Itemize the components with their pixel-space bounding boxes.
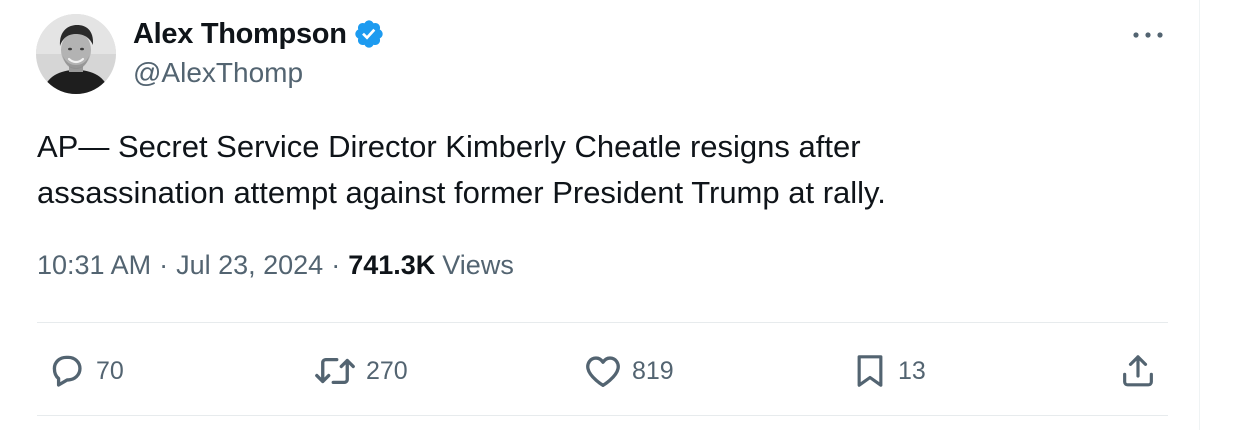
repost-arrows-icon	[312, 350, 358, 392]
repost-button[interactable]: 270	[312, 349, 408, 393]
tweet-text: AP— Secret Service Director Kimberly Che…	[37, 129, 886, 210]
bookmark-button[interactable]: 13	[850, 349, 926, 393]
like-count: 819	[632, 356, 674, 385]
meta-separator: ·	[159, 250, 169, 280]
reply-count: 70	[96, 356, 124, 385]
reply-button[interactable]: 70	[46, 349, 124, 393]
avatar[interactable]	[36, 14, 116, 94]
heart-icon	[582, 350, 624, 392]
author-name-row: Alex Thompson	[133, 16, 385, 52]
views-label: Views	[442, 250, 514, 280]
action-bar: 70 270 819 13	[0, 349, 1240, 393]
verified-badge-icon[interactable]	[353, 18, 385, 50]
bookmark-icon	[850, 350, 890, 392]
speech-bubble-icon	[46, 350, 88, 392]
share-button[interactable]	[1118, 349, 1158, 393]
tweet-detail: Alex Thompson @AlexThomp AP— Secret Serv…	[0, 0, 1240, 430]
tweet-date[interactable]: Jul 23, 2024	[176, 250, 323, 281]
more-options-button[interactable]	[1128, 18, 1168, 52]
tweet-time[interactable]: 10:31 AM	[37, 250, 151, 281]
divider	[37, 415, 1168, 416]
author-name[interactable]: Alex Thompson	[133, 18, 347, 51]
like-button[interactable]: 819	[582, 349, 674, 393]
views-count[interactable]: 741.3K	[348, 250, 435, 281]
tweet-metadata: 10:31 AM · Jul 23, 2024 · 741.3K Views	[37, 250, 514, 281]
meta-separator: ·	[331, 250, 341, 280]
share-upload-icon	[1118, 350, 1158, 392]
author-handle[interactable]: @AlexThomp	[133, 57, 303, 89]
repost-count: 270	[366, 356, 408, 385]
bookmark-count: 13	[898, 356, 926, 385]
more-horizontal-icon	[1133, 32, 1163, 38]
divider	[37, 322, 1168, 323]
avatar-image	[36, 14, 116, 94]
